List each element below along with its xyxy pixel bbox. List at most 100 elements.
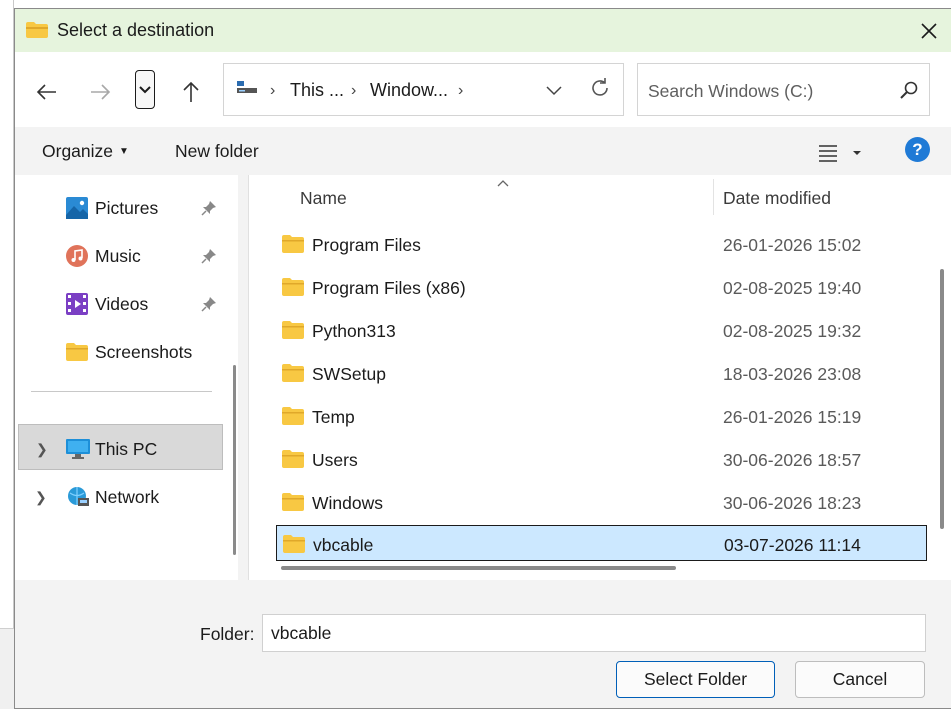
sidebar-item-label: Screenshots <box>95 342 193 362</box>
table-row[interactable]: Temp 26-01-2026 15:19 <box>276 398 927 434</box>
computer-icon <box>236 80 258 101</box>
navigation-pane: Pictures Music Videos Screenshots ❯ This… <box>15 175 238 580</box>
breadcrumb-this-pc[interactable]: This ... <box>290 80 344 101</box>
folder-icon <box>282 364 304 382</box>
help-icon[interactable]: ? <box>905 137 930 162</box>
breadcrumb-separator: › <box>351 82 357 99</box>
file-date: 26-01-2026 15:02 <box>723 235 862 255</box>
folder-icon <box>282 321 304 339</box>
sidebar-item-pictures[interactable]: Pictures <box>15 184 238 230</box>
up-button[interactable] <box>177 78 205 106</box>
address-bar[interactable]: › This ... › Window... › <box>223 63 624 116</box>
address-history-dropdown[interactable] <box>542 78 566 102</box>
vertical-scrollbar[interactable] <box>940 269 944 529</box>
horizontal-scrollbar[interactable] <box>281 566 676 570</box>
arrow-right-icon <box>91 84 111 100</box>
search-input[interactable]: Search Windows (C:) <box>648 81 813 102</box>
sidebar-item-label: This PC <box>95 439 158 459</box>
arrow-left-icon <box>36 84 56 100</box>
folder-icon <box>282 407 304 425</box>
file-date: 02-08-2025 19:40 <box>723 278 862 298</box>
column-headers: Name Date modified <box>249 175 951 215</box>
table-row[interactable]: Program Files 26-01-2026 15:02 <box>276 226 927 262</box>
table-row[interactable]: Users 30-06-2026 18:57 <box>276 441 927 477</box>
sidebar-item-videos[interactable]: Videos <box>15 280 238 326</box>
organize-label: Organize <box>42 141 114 161</box>
column-header-name[interactable]: Name <box>300 188 347 209</box>
select-folder-button[interactable]: Select Folder <box>616 661 775 698</box>
file-date: 18-03-2026 23:08 <box>723 364 862 384</box>
file-name: Temp <box>312 407 355 427</box>
close-icon <box>921 22 937 39</box>
breadcrumb-separator: › <box>458 82 464 99</box>
pin-icon[interactable] <box>201 296 217 312</box>
folder-icon <box>283 535 305 553</box>
file-date: 02-08-2025 19:32 <box>723 321 862 341</box>
videos-icon <box>66 293 88 315</box>
breadcrumb-separator: › <box>270 82 276 99</box>
search-icon[interactable] <box>899 80 919 100</box>
computer-icon <box>66 438 90 460</box>
file-date: 26-01-2026 15:19 <box>723 407 862 427</box>
folder-icon <box>66 341 88 363</box>
pictures-icon <box>66 197 88 219</box>
file-list: Name Date modified Program Files 26-01-2… <box>248 175 951 580</box>
view-options-button[interactable] <box>819 141 869 165</box>
cancel-button[interactable]: Cancel <box>795 661 925 698</box>
chevron-down-icon <box>546 86 562 96</box>
pin-icon[interactable] <box>201 248 217 264</box>
table-row[interactable]: SWSetup 18-03-2026 23:08 <box>276 355 927 391</box>
organize-button[interactable]: Organize ▼ <box>42 141 129 162</box>
sort-ascending-icon <box>496 175 510 187</box>
new-folder-button[interactable]: New folder <box>175 141 259 162</box>
file-date: 30-06-2026 18:57 <box>723 450 862 470</box>
chevron-right-icon[interactable]: ❯ <box>36 441 48 458</box>
breadcrumb-windows[interactable]: Window... <box>370 80 448 101</box>
sidebar-divider <box>31 391 212 392</box>
chevron-down-icon <box>139 85 151 93</box>
select-destination-dialog: Select a destination › This ... › Window… <box>14 8 951 709</box>
column-divider[interactable] <box>713 179 714 215</box>
table-row[interactable]: Python313 02-08-2025 19:32 <box>276 312 927 348</box>
file-name: Users <box>312 450 358 470</box>
file-date: 30-06-2026 18:23 <box>723 493 862 513</box>
refresh-button[interactable] <box>588 76 612 100</box>
table-row[interactable]: Windows 30-06-2026 18:23 <box>276 484 927 520</box>
navigation-scrollbar[interactable] <box>233 365 236 555</box>
sidebar-item-this-pc[interactable]: ❯ This PC <box>18 424 223 470</box>
sidebar-item-screenshots[interactable]: Screenshots <box>15 328 238 374</box>
back-button[interactable] <box>33 78 61 106</box>
folder-icon <box>25 21 49 39</box>
file-date: 03-07-2026 11:14 <box>724 535 861 555</box>
caret-down-icon: ▼ <box>119 146 129 157</box>
pin-icon[interactable] <box>201 200 217 216</box>
arrow-up-icon <box>183 81 199 102</box>
folder-name-input[interactable] <box>262 614 926 652</box>
navigation-bar: › This ... › Window... › Search Windows … <box>15 52 951 127</box>
dialog-title: Select a destination <box>57 20 215 40</box>
command-bar: Organize ▼ New folder ? <box>15 127 951 175</box>
recent-locations-button[interactable] <box>135 70 155 109</box>
sidebar-item-music[interactable]: Music <box>15 232 238 278</box>
file-name: Program Files (x86) <box>312 278 466 298</box>
sidebar-item-label: Music <box>95 246 141 266</box>
file-name: Program Files <box>312 235 421 255</box>
table-row-selected[interactable]: vbcable 03-07-2026 11:14 <box>276 525 927 561</box>
sidebar-item-label: Videos <box>95 294 149 314</box>
pane-splitter[interactable] <box>238 175 248 580</box>
table-row[interactable]: Program Files (x86) 02-08-2025 19:40 <box>276 269 927 305</box>
chevron-right-icon[interactable]: ❯ <box>35 489 47 506</box>
search-box[interactable]: Search Windows (C:) <box>637 63 930 116</box>
sidebar-item-label: Pictures <box>95 198 159 218</box>
music-icon <box>66 245 88 267</box>
folder-label: Folder: <box>200 624 255 644</box>
close-button[interactable] <box>906 9 951 52</box>
column-header-date-modified[interactable]: Date modified <box>723 188 831 209</box>
refresh-icon <box>592 78 608 96</box>
network-icon <box>66 486 89 508</box>
sidebar-item-label: Network <box>95 487 160 507</box>
forward-button[interactable] <box>86 78 114 106</box>
list-view-icon <box>819 145 861 162</box>
file-name: SWSetup <box>312 364 386 384</box>
sidebar-item-network[interactable]: ❯ Network <box>15 473 238 519</box>
